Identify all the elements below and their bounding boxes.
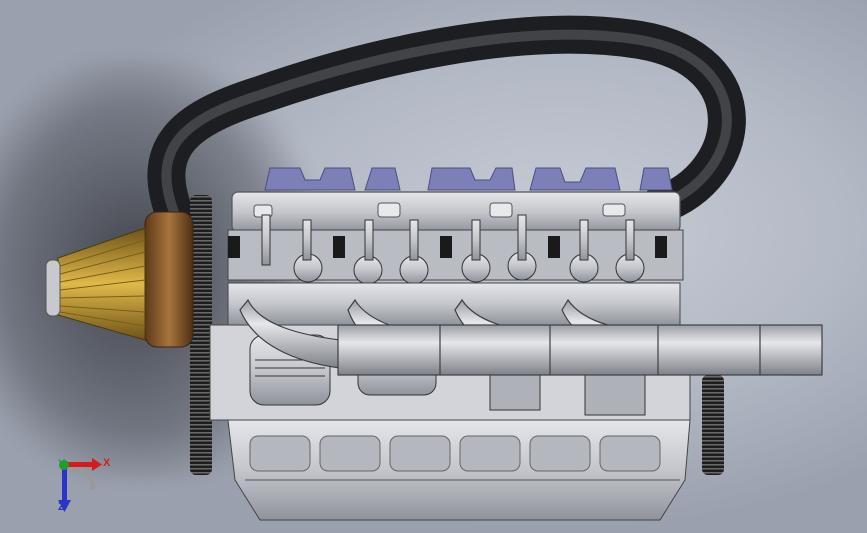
rear-pulley[interactable] <box>702 375 724 475</box>
z-axis-label: Z <box>58 501 65 513</box>
filter-housing[interactable] <box>144 211 194 348</box>
engine-model[interactable] <box>0 0 867 533</box>
3d-viewport[interactable]: X Y Z <box>0 0 867 533</box>
rotation-arc <box>69 467 96 491</box>
cylinder-head[interactable] <box>231 191 681 233</box>
oil-pan[interactable] <box>227 419 691 521</box>
x-axis-arrowhead <box>92 458 102 471</box>
y-axis-label: Y <box>58 458 66 470</box>
x-axis-label: X <box>103 457 111 469</box>
cam-lobes[interactable] <box>264 167 673 191</box>
air-filter[interactable] <box>45 227 146 341</box>
